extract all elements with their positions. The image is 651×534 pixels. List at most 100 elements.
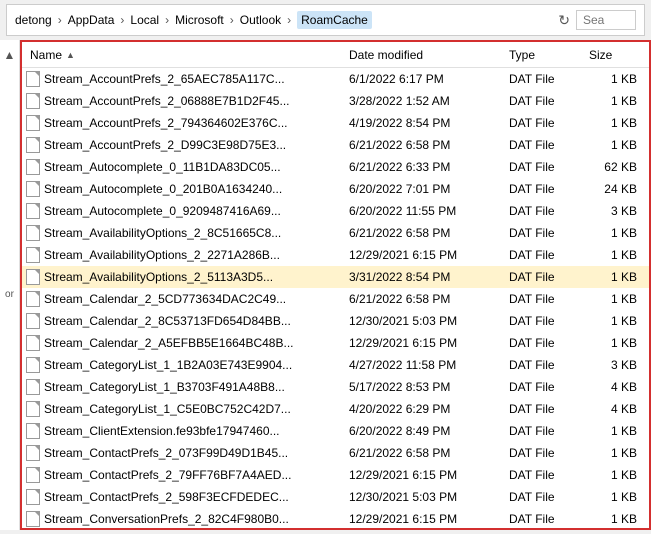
file-date: 5/17/2022 8:53 PM (345, 380, 505, 394)
file-name-text: Stream_AccountPrefs_2_06888E7B1D2F45... (44, 94, 289, 108)
table-row[interactable]: Stream_AvailabilityOptions_2_5113A3D5...… (22, 266, 649, 288)
table-row[interactable]: Stream_AccountPrefs_2_06888E7B1D2F45... … (22, 90, 649, 112)
file-type: DAT File (505, 72, 585, 86)
file-icon (26, 269, 40, 285)
file-name-cell: Stream_CategoryList_1_1B2A03E743E9904... (26, 357, 345, 373)
file-date: 3/31/2022 8:54 PM (345, 270, 505, 284)
file-date: 6/21/2022 6:58 PM (345, 138, 505, 152)
file-type: DAT File (505, 270, 585, 284)
file-icon (26, 159, 40, 175)
file-type: DAT File (505, 336, 585, 350)
file-name-cell: Stream_AccountPrefs_2_794364602E376C... (26, 115, 345, 131)
table-row[interactable]: Stream_AccountPrefs_2_D99C3E98D75E3... 6… (22, 134, 649, 156)
file-name-text: Stream_Autocomplete_0_9209487416A69... (44, 204, 281, 218)
address-bar[interactable]: detong › AppData › Local › Microsoft › O… (6, 4, 645, 36)
table-row[interactable]: Stream_Autocomplete_0_9209487416A69... 6… (22, 200, 649, 222)
file-date: 6/1/2022 6:17 PM (345, 72, 505, 86)
table-row[interactable]: Stream_AccountPrefs_2_65AEC785A117C... 6… (22, 68, 649, 90)
table-row[interactable]: Stream_ContactPrefs_2_073F99D49D1B45... … (22, 442, 649, 464)
file-size: 3 KB (585, 204, 645, 218)
breadcrumb-local[interactable]: Local (130, 13, 159, 27)
breadcrumb-sep-1: › (58, 13, 62, 27)
file-date: 6/21/2022 6:58 PM (345, 446, 505, 460)
col-header-name[interactable]: Name ▲ (26, 48, 345, 62)
file-name-cell: Stream_ContactPrefs_2_79FF76BF7A4AED... (26, 467, 345, 483)
table-row[interactable]: Stream_CategoryList_1_1B2A03E743E9904...… (22, 354, 649, 376)
file-name-cell: Stream_ConversationPrefs_2_82C4F980B0... (26, 511, 345, 527)
search-input[interactable] (576, 10, 636, 30)
breadcrumb-outlook[interactable]: Outlook (240, 13, 281, 27)
breadcrumb-detong[interactable]: detong (15, 13, 52, 27)
file-icon (26, 467, 40, 483)
sidebar-label: or (5, 289, 14, 300)
table-row[interactable]: Stream_ClientExtension.fe93bfe17947460..… (22, 420, 649, 442)
table-row[interactable]: Stream_Calendar_2_5CD773634DAC2C49... 6/… (22, 288, 649, 310)
file-name-cell: Stream_Calendar_2_A5EFBB5E1664BC48B... (26, 335, 345, 351)
table-row[interactable]: Stream_CategoryList_1_B3703F491A48B8... … (22, 376, 649, 398)
table-row[interactable]: Stream_AvailabilityOptions_2_8C51665C8..… (22, 222, 649, 244)
file-name-text: Stream_Calendar_2_A5EFBB5E1664BC48B... (44, 336, 294, 350)
table-row[interactable]: Stream_Autocomplete_0_11B1DA83DC05... 6/… (22, 156, 649, 178)
table-row[interactable]: Stream_ContactPrefs_2_598F3ECFDEDEC... 1… (22, 486, 649, 508)
table-row[interactable]: Stream_CategoryList_1_C5E0BC752C42D7... … (22, 398, 649, 420)
file-name-cell: Stream_AccountPrefs_2_06888E7B1D2F45... (26, 93, 345, 109)
col-header-size[interactable]: Size (585, 48, 645, 62)
file-icon (26, 115, 40, 131)
file-name-text: Stream_Calendar_2_5CD773634DAC2C49... (44, 292, 286, 306)
file-name-text: Stream_AvailabilityOptions_2_5113A3D5... (44, 270, 273, 284)
refresh-button[interactable]: ↻ (558, 12, 570, 29)
file-type: DAT File (505, 402, 585, 416)
breadcrumb-microsoft[interactable]: Microsoft (175, 13, 224, 27)
file-size: 24 KB (585, 182, 645, 196)
table-row[interactable]: Stream_Calendar_2_A5EFBB5E1664BC48B... 1… (22, 332, 649, 354)
file-name-text: Stream_ConversationPrefs_2_82C4F980B0... (44, 512, 289, 526)
file-size: 1 KB (585, 490, 645, 504)
file-name-cell: Stream_AccountPrefs_2_65AEC785A117C... (26, 71, 345, 87)
breadcrumb-roamcache[interactable]: RoamCache (297, 11, 372, 29)
file-type: DAT File (505, 380, 585, 394)
file-date: 12/29/2021 6:15 PM (345, 248, 505, 262)
file-date: 6/20/2022 7:01 PM (345, 182, 505, 196)
breadcrumb-appdata[interactable]: AppData (68, 13, 115, 27)
file-type: DAT File (505, 138, 585, 152)
file-icon (26, 203, 40, 219)
file-date: 12/29/2021 6:15 PM (345, 512, 505, 526)
table-row[interactable]: Stream_AvailabilityOptions_2_2271A286B..… (22, 244, 649, 266)
file-date: 6/21/2022 6:58 PM (345, 226, 505, 240)
file-date: 12/30/2021 5:03 PM (345, 490, 505, 504)
file-name-text: Stream_AccountPrefs_2_D99C3E98D75E3... (44, 138, 286, 152)
table-row[interactable]: Stream_Autocomplete_0_201B0A1634240... 6… (22, 178, 649, 200)
file-type: DAT File (505, 204, 585, 218)
file-date: 6/20/2022 8:49 PM (345, 424, 505, 438)
sidebar-up-arrow[interactable]: ▲ (4, 48, 16, 62)
file-date: 12/29/2021 6:15 PM (345, 336, 505, 350)
sidebar: ▲ or (0, 40, 20, 530)
sort-arrow-name: ▲ (66, 50, 75, 60)
file-date: 4/27/2022 11:58 PM (345, 358, 505, 372)
file-name-cell: Stream_AvailabilityOptions_2_5113A3D5... (26, 269, 345, 285)
col-header-date[interactable]: Date modified (345, 48, 505, 62)
col-header-type[interactable]: Type (505, 48, 585, 62)
file-icon (26, 137, 40, 153)
file-type: DAT File (505, 512, 585, 526)
file-name-cell: Stream_CategoryList_1_C5E0BC752C42D7... (26, 401, 345, 417)
file-list: Stream_AccountPrefs_2_65AEC785A117C... 6… (22, 68, 649, 528)
file-icon (26, 225, 40, 241)
table-row[interactable]: Stream_ContactPrefs_2_79FF76BF7A4AED... … (22, 464, 649, 486)
table-row[interactable]: Stream_Calendar_2_8C53713FD654D84BB... 1… (22, 310, 649, 332)
main-layout: ▲ or Name ▲ Date modified Type Size (0, 40, 651, 530)
table-row[interactable]: Stream_AccountPrefs_2_794364602E376C... … (22, 112, 649, 134)
file-name-text: Stream_ContactPrefs_2_79FF76BF7A4AED... (44, 468, 291, 482)
file-type: DAT File (505, 314, 585, 328)
file-date: 6/20/2022 11:55 PM (345, 204, 505, 218)
breadcrumb-sep-4: › (230, 13, 234, 27)
file-size: 1 KB (585, 270, 645, 284)
file-date: 4/19/2022 8:54 PM (345, 116, 505, 130)
table-row[interactable]: Stream_ConversationPrefs_2_82C4F980B0...… (22, 508, 649, 528)
file-icon (26, 313, 40, 329)
file-type: DAT File (505, 358, 585, 372)
file-size: 1 KB (585, 468, 645, 482)
file-date: 3/28/2022 1:52 AM (345, 94, 505, 108)
file-name-text: Stream_CategoryList_1_C5E0BC752C42D7... (44, 402, 291, 416)
file-type: DAT File (505, 116, 585, 130)
